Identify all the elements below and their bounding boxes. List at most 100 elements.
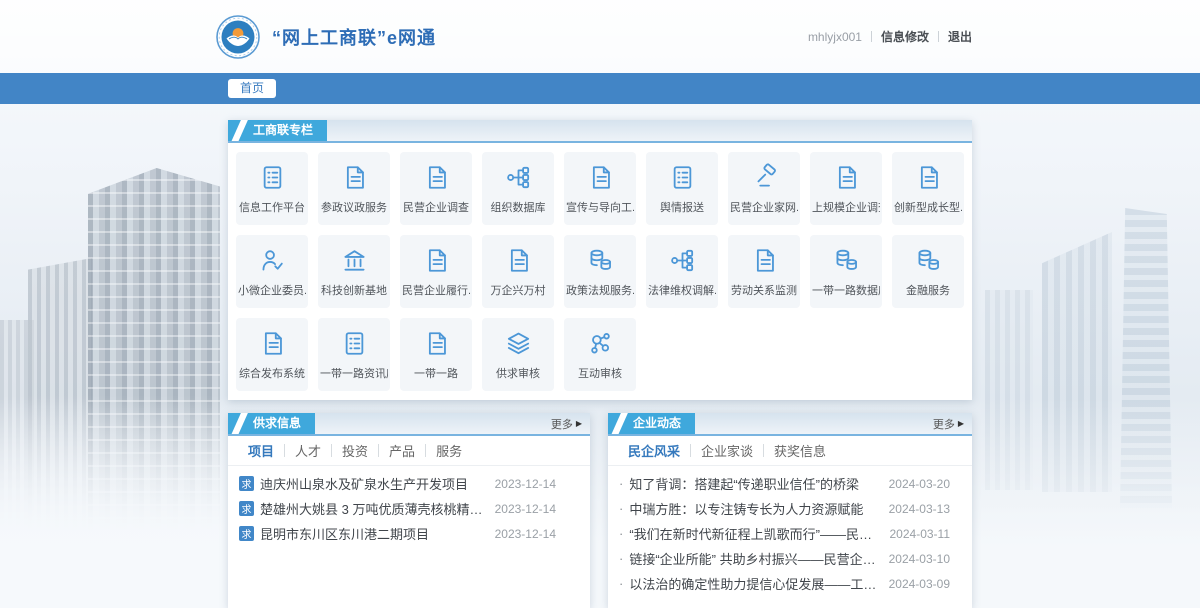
bottom-mist-overlay — [0, 398, 1200, 608]
list-item-title: 中瑞方胜：以专注铸专长为人力资源赋能 — [629, 499, 878, 518]
layers-icon — [504, 329, 533, 358]
tab-item[interactable]: 产品 — [379, 441, 425, 460]
special-item-label: 上规模企业调查 — [812, 199, 880, 215]
document-icon — [914, 163, 943, 192]
tab-item[interactable]: 投资 — [332, 441, 378, 460]
special-item[interactable]: 民营企业履行... — [400, 235, 472, 308]
person-check-icon — [258, 246, 287, 275]
logout-link[interactable]: 退出 — [948, 28, 972, 45]
document-icon — [504, 246, 533, 275]
tab-item[interactable]: 获奖信息 — [764, 441, 836, 460]
site-title: “网上工商联”e网通 — [272, 24, 436, 50]
site-logo-icon — [216, 15, 260, 59]
document-icon — [750, 246, 779, 275]
list-item[interactable]: · 知了背调：搭建起“传递职业信任”的桥梁 2024-03-20 — [608, 471, 972, 496]
list-item[interactable]: ·“我们在新时代新征程上凯歌而行”——民营...2024-03-11 — [608, 521, 972, 546]
special-item[interactable]: 法律维权调解... — [646, 235, 718, 308]
special-item-label: 互动审核 — [578, 365, 622, 381]
molecule-icon — [586, 329, 615, 358]
special-item-label: 劳动关系监测 — [731, 282, 797, 298]
special-item[interactable]: 互动审核 — [564, 318, 636, 391]
bullet-icon: · — [619, 551, 623, 566]
list-item-date: 2023-12-14 — [495, 477, 556, 491]
list-item-title: 迪庆州山泉水及矿泉水生产开发项目 — [260, 474, 485, 493]
list-item-date: 2024-03-10 — [889, 552, 950, 566]
special-item-label: 科技创新基地 — [321, 282, 387, 298]
list-item[interactable]: 求昆明市东川区东川港二期项目2023-12-14 — [228, 521, 590, 546]
document-icon — [340, 163, 369, 192]
special-item[interactable]: 劳动关系监测 — [728, 235, 800, 308]
supply-demand-header: 供求信息 更多 ▶ — [228, 413, 590, 436]
special-item[interactable]: 小微企业委员... — [236, 235, 308, 308]
demand-badge: 求 — [239, 476, 254, 491]
special-item-label: 综合发布系统 — [239, 365, 305, 381]
divider — [938, 31, 939, 42]
list-document-icon — [340, 329, 369, 358]
special-item-label: 金融服务 — [906, 282, 950, 298]
list-item-title: 知了背调：搭建起“传递职业信任”的桥梁 — [629, 474, 878, 493]
special-item[interactable]: 金融服务 — [892, 235, 964, 308]
special-item[interactable]: 参政议政服务 — [318, 152, 390, 225]
document-icon — [422, 246, 451, 275]
username: mhlyjx001 — [808, 30, 862, 44]
special-item[interactable]: 组织数据库 — [482, 152, 554, 225]
special-item-label: 供求审核 — [496, 365, 540, 381]
special-item-label: 一带一路资讯库 — [320, 365, 388, 381]
user-info: mhlyjx001 信息修改 退出 — [808, 28, 972, 45]
special-item[interactable]: 万企兴万村 — [482, 235, 554, 308]
special-item[interactable]: 上规模企业调查 — [810, 152, 882, 225]
list-item[interactable]: 求楚雄州大姚县 3 万吨优质薄壳核桃精深加工及科...2023-12-14 — [228, 496, 590, 521]
special-panel-title-tab: 工商联专栏 — [228, 120, 327, 141]
bullet-icon: · — [619, 476, 623, 491]
list-item[interactable]: ·以法治的确定性助力提信心促发展——工商联...2024-03-09 — [608, 571, 972, 596]
special-item[interactable]: 创新型成长型... — [892, 152, 964, 225]
tab-item[interactable]: 企业家谈 — [691, 441, 763, 460]
special-item[interactable]: 政策法规服务... — [564, 235, 636, 308]
document-icon — [832, 163, 861, 192]
database-icon — [914, 246, 943, 275]
list-item-date: 2024-03-20 — [889, 477, 950, 491]
special-item[interactable]: 民营企业家网... — [728, 152, 800, 225]
main-navbar: 首页 — [0, 73, 1200, 104]
special-item[interactable]: 科技创新基地 — [318, 235, 390, 308]
special-item[interactable]: 舆情报送 — [646, 152, 718, 225]
list-item-title: 昆明市东川区东川港二期项目 — [260, 524, 485, 543]
enterprise-news-more-link[interactable]: 更多 ▶ — [933, 413, 972, 434]
enterprise-news-header: 企业动态 更多 ▶ — [608, 413, 972, 436]
supply-demand-more-link[interactable]: 更多 ▶ — [551, 413, 590, 434]
special-item[interactable]: 一带一路 — [400, 318, 472, 391]
nav-home-button[interactable]: 首页 — [228, 79, 276, 98]
more-arrow-icon: ▶ — [958, 419, 964, 428]
special-item[interactable]: 民营企业调查 — [400, 152, 472, 225]
special-item[interactable]: 一带一路资讯库 — [318, 318, 390, 391]
bullet-icon: · — [619, 526, 623, 541]
enterprise-news-tabs: 民企风采企业家谈获奖信息 — [608, 436, 972, 466]
list-item[interactable]: · 链接“企业所能” 共助乡村振兴——民营企业... 2024-03-10 — [608, 546, 972, 571]
list-item-title: 以法治的确定性助力提信心促发展——工商联... — [629, 574, 878, 593]
supply-demand-list: 求迪庆州山泉水及矿泉水生产开发项目 2023-12-14 求楚雄州大姚县 3 万吨优… — [228, 466, 590, 546]
bullet-icon: · — [619, 576, 623, 591]
special-item[interactable]: 信息工作平台 — [236, 152, 308, 225]
list-item-title: 楚雄州大姚县 3 万吨优质薄壳核桃精深加工及科... — [260, 499, 485, 518]
bank-icon — [340, 246, 369, 275]
document-icon — [258, 329, 287, 358]
list-item-title: 链接“企业所能” 共助乡村振兴——民营企业... — [629, 549, 878, 568]
list-item[interactable]: ·中瑞方胜：以专注铸专长为人力资源赋能2024-03-13 — [608, 496, 972, 521]
list-item[interactable]: 求迪庆州山泉水及矿泉水生产开发项目 2023-12-14 — [228, 471, 590, 496]
special-item-label: 一带一路数据库 — [812, 282, 880, 298]
special-item[interactable]: 宣传与导向工... — [564, 152, 636, 225]
more-label: 更多 — [933, 416, 955, 432]
tab-item[interactable]: 服务 — [426, 441, 472, 460]
supply-demand-panel: 供求信息 更多 ▶ 项目人才投资产品服务 求迪庆州山泉水及矿泉水生产开发项目 20… — [228, 413, 590, 608]
special-item[interactable]: 一带一路数据库 — [810, 235, 882, 308]
special-item-label: 小微企业委员... — [238, 282, 306, 298]
tab-item[interactable]: 项目 — [238, 441, 284, 460]
edit-info-link[interactable]: 信息修改 — [881, 28, 929, 45]
supply-demand-title-tab: 供求信息 — [228, 413, 315, 434]
tab-item[interactable]: 人才 — [285, 441, 331, 460]
tab-item[interactable]: 民企风采 — [618, 441, 690, 460]
special-item[interactable]: 综合发布系统 — [236, 318, 308, 391]
special-item-label: 参政议政服务 — [321, 199, 387, 215]
enterprise-news-title-tab: 企业动态 — [608, 413, 695, 434]
special-item[interactable]: 供求审核 — [482, 318, 554, 391]
